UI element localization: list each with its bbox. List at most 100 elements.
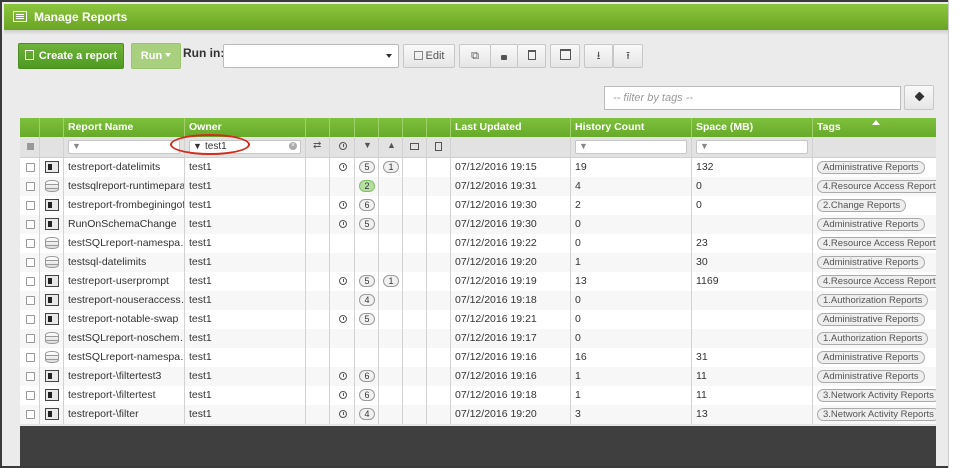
tag-badge[interactable]: 4.Resource Access Reports <box>817 237 936 250</box>
tag-badge[interactable]: 1.Authorization Reports <box>817 332 929 345</box>
clock-icon <box>339 163 347 171</box>
sort-asc-icon[interactable] <box>872 120 880 125</box>
row-name[interactable]: testreport-frombeginingof <box>68 199 184 211</box>
table-row[interactable]: testreport-frombeginingof test1 6 07/12/201… <box>20 196 936 216</box>
space-filter-input[interactable]: ▼ <box>696 140 808 154</box>
report-name-filter-input[interactable]: ▼ <box>68 140 180 154</box>
cell-sched <box>330 272 355 291</box>
cell-space <box>692 310 813 329</box>
cell-updated: 07/12/2016 19:19 <box>451 272 571 291</box>
tag-filter-input[interactable]: -- filter by tags -- <box>604 86 901 110</box>
row-checkbox[interactable] <box>26 182 35 191</box>
row-name[interactable]: testreport-userprompt <box>68 275 169 287</box>
row-space: 11 <box>696 389 707 401</box>
cell-space: 30 <box>692 253 813 272</box>
cell-space: 11 <box>692 386 813 405</box>
row-name[interactable]: testSQLreport-namespa… <box>68 351 184 363</box>
create-report-button[interactable]: Create a report <box>18 43 124 69</box>
cell-share <box>306 272 330 291</box>
row-checkbox[interactable] <box>26 315 35 324</box>
row-name[interactable]: testreport-\filter <box>68 408 139 420</box>
copy-button[interactable]: ⧉ <box>459 44 491 68</box>
tag-badge[interactable]: 3.Network Activity Reports <box>817 408 936 421</box>
table-row[interactable]: testSQLreport-namespa… test1 07/12/2016 19… <box>20 348 936 368</box>
row-checkbox[interactable] <box>26 353 35 362</box>
row-name[interactable]: testreport-\filtertest3 <box>68 370 161 382</box>
image-icon <box>410 143 419 150</box>
row-name[interactable]: testSQLreport-noschem… <box>68 332 184 344</box>
schedule-button[interactable] <box>550 44 580 68</box>
table-row[interactable]: testreport-userprompt test1 5 1 07/12/2016 1… <box>20 272 936 292</box>
table-row[interactable]: testreport-\filtertest3 test1 6 07/12/2016 … <box>20 367 936 387</box>
row-checkbox[interactable] <box>26 220 35 229</box>
row-name[interactable]: testreport-nouseraccess… <box>68 294 184 306</box>
row-name[interactable]: testsqlreport-runtimeparam <box>68 180 184 192</box>
dashboard-icon <box>45 275 59 287</box>
row-name[interactable]: RunOnSchemaChange <box>68 218 177 230</box>
table-row[interactable]: testSQLreport-namespa… test1 07/12/2016 19… <box>20 234 936 254</box>
table-row[interactable]: RunOnSchemaChange test1 5 07/12/2016 19:30 0… <box>20 215 936 235</box>
dashboard-icon <box>45 389 59 401</box>
row-checkbox[interactable] <box>26 201 35 210</box>
row-checkbox[interactable] <box>26 391 35 400</box>
history-count-header[interactable]: History Count <box>571 118 692 137</box>
clear-icon[interactable]: × <box>289 142 297 150</box>
tag-badge[interactable]: 4.Resource Access Reports <box>817 180 936 193</box>
run-button[interactable]: Run <box>131 43 181 69</box>
cell-name: testreport-\filtertest3 <box>64 367 185 386</box>
filter-count-badge: 6 <box>359 389 375 401</box>
table-row[interactable]: testreport-\filtertest test1 6 07/12/2016 1… <box>20 386 936 406</box>
tag-badge[interactable]: 1.Authorization Reports <box>817 294 929 307</box>
cell-tag: 4.Resource Access Reports <box>813 234 936 253</box>
cell-owner: test1 <box>185 329 306 348</box>
tag-badge[interactable]: 3.Network Activity Reports <box>817 389 936 402</box>
tag-badge[interactable]: Administrative Reports <box>817 218 925 231</box>
space-header[interactable]: Space (MB) <box>692 118 813 137</box>
cell-chart <box>403 196 427 215</box>
table-row[interactable]: testSQLreport-noschem… test1 07/12/2016 19… <box>20 329 936 349</box>
row-checkbox[interactable] <box>26 372 35 381</box>
table-row[interactable]: testsqlreport-runtimeparam test1 2 07/12/20… <box>20 177 936 197</box>
tag-badge[interactable]: Administrative Reports <box>817 351 925 364</box>
table-row[interactable]: testreport-\filter test1 4 07/12/2016 19:20… <box>20 405 936 425</box>
edit-button[interactable]: Edit <box>403 44 455 68</box>
row-name[interactable]: testSQLreport-namespa… <box>68 237 184 249</box>
cell-filters: 6 <box>355 367 379 386</box>
tag-badge[interactable]: Administrative Reports <box>817 256 925 269</box>
row-name[interactable]: testreport-datelimits <box>68 161 160 173</box>
table-row[interactable]: testreport-notable-swap test1 5 07/12/2016 … <box>20 310 936 330</box>
row-checkbox[interactable] <box>26 296 35 305</box>
download-button[interactable]: ⭳ <box>584 44 613 68</box>
report-name-header[interactable]: Report Name <box>64 118 185 137</box>
row-checkbox[interactable] <box>26 410 35 419</box>
table-row[interactable]: testreport-nouseraccess… test1 4 07/12/2016… <box>20 291 936 311</box>
table-row[interactable]: testreport-datelimits test1 5 1 07/12/2016 1… <box>20 158 936 178</box>
row-checkbox[interactable] <box>26 334 35 343</box>
upload-button[interactable]: ⭱ <box>613 44 643 68</box>
row-name[interactable]: testreport-\filtertest <box>68 389 156 401</box>
tag-badge[interactable]: Administrative Reports <box>817 370 925 383</box>
row-name[interactable]: testsql-datelimits <box>68 256 146 268</box>
run-in-select[interactable] <box>223 44 399 68</box>
last-updated-header[interactable]: Last Updated <box>451 118 571 137</box>
lock-button[interactable] <box>490 44 518 68</box>
history-filter-input[interactable]: ▼ <box>575 140 687 154</box>
delete-button[interactable] <box>517 44 546 68</box>
alert-count-badge: 1 <box>383 161 399 173</box>
row-checkbox[interactable] <box>26 258 35 267</box>
tag-badge[interactable]: 2.Change Reports <box>817 199 907 212</box>
row-checkbox[interactable] <box>26 239 35 248</box>
tag-badge[interactable]: 4.Resource Access Reports <box>817 275 936 288</box>
tag-badge[interactable]: Administrative Reports <box>817 161 925 174</box>
table-row[interactable]: testsql-datelimits test1 07/12/2016 19:20 1… <box>20 253 936 273</box>
cell-name: RunOnSchemaChange <box>64 215 185 234</box>
tag-filter-button[interactable] <box>904 85 934 110</box>
clock-icon <box>339 220 347 228</box>
tag-badge[interactable]: Administrative Reports <box>817 313 925 326</box>
cell-type <box>40 215 64 234</box>
row-checkbox[interactable] <box>26 277 35 286</box>
row-name[interactable]: testreport-notable-swap <box>68 313 178 325</box>
row-checkbox[interactable] <box>26 163 35 172</box>
cell-select <box>20 177 40 196</box>
cell-tag: Administrative Reports <box>813 367 936 386</box>
